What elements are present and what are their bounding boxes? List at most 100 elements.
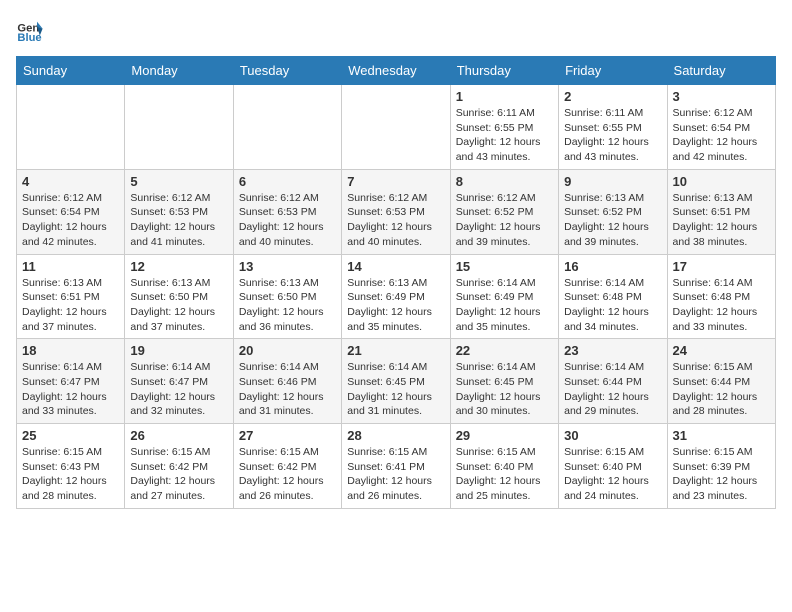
day-number: 24 [673, 343, 770, 358]
calendar-header-row: SundayMondayTuesdayWednesdayThursdayFrid… [17, 57, 776, 85]
day-number: 14 [347, 259, 444, 274]
day-number: 25 [22, 428, 119, 443]
calendar: SundayMondayTuesdayWednesdayThursdayFrid… [16, 56, 776, 509]
calendar-cell: 15 Sunrise: 6:14 AM Sunset: 6:49 PM Dayli… [450, 254, 558, 339]
day-info: Sunrise: 6:14 AM Sunset: 6:49 PM Dayligh… [456, 276, 553, 335]
day-number: 1 [456, 89, 553, 104]
header: Gen Blue [16, 16, 776, 44]
calendar-cell [125, 85, 233, 170]
calendar-cell [233, 85, 341, 170]
logo: Gen Blue [16, 16, 48, 44]
calendar-cell: 8 Sunrise: 6:12 AM Sunset: 6:52 PM Daylig… [450, 169, 558, 254]
day-number: 17 [673, 259, 770, 274]
day-number: 19 [130, 343, 227, 358]
day-number: 22 [456, 343, 553, 358]
day-info: Sunrise: 6:15 AM Sunset: 6:40 PM Dayligh… [456, 445, 553, 504]
calendar-cell: 22 Sunrise: 6:14 AM Sunset: 6:45 PM Dayli… [450, 339, 558, 424]
day-number: 18 [22, 343, 119, 358]
calendar-week-5: 25 Sunrise: 6:15 AM Sunset: 6:43 PM Dayli… [17, 424, 776, 509]
day-number: 15 [456, 259, 553, 274]
day-number: 27 [239, 428, 336, 443]
day-info: Sunrise: 6:12 AM Sunset: 6:53 PM Dayligh… [130, 191, 227, 250]
calendar-cell: 31 Sunrise: 6:15 AM Sunset: 6:39 PM Dayli… [667, 424, 775, 509]
day-info: Sunrise: 6:12 AM Sunset: 6:54 PM Dayligh… [22, 191, 119, 250]
calendar-body: 1 Sunrise: 6:11 AM Sunset: 6:55 PM Daylig… [17, 85, 776, 509]
day-info: Sunrise: 6:14 AM Sunset: 6:48 PM Dayligh… [564, 276, 661, 335]
calendar-cell: 16 Sunrise: 6:14 AM Sunset: 6:48 PM Dayli… [559, 254, 667, 339]
day-number: 8 [456, 174, 553, 189]
calendar-cell: 3 Sunrise: 6:12 AM Sunset: 6:54 PM Daylig… [667, 85, 775, 170]
calendar-cell: 13 Sunrise: 6:13 AM Sunset: 6:50 PM Dayli… [233, 254, 341, 339]
day-info: Sunrise: 6:12 AM Sunset: 6:54 PM Dayligh… [673, 106, 770, 165]
calendar-week-3: 11 Sunrise: 6:13 AM Sunset: 6:51 PM Dayli… [17, 254, 776, 339]
day-number: 31 [673, 428, 770, 443]
day-info: Sunrise: 6:14 AM Sunset: 6:47 PM Dayligh… [22, 360, 119, 419]
calendar-cell: 5 Sunrise: 6:12 AM Sunset: 6:53 PM Daylig… [125, 169, 233, 254]
day-info: Sunrise: 6:13 AM Sunset: 6:49 PM Dayligh… [347, 276, 444, 335]
day-info: Sunrise: 6:13 AM Sunset: 6:50 PM Dayligh… [239, 276, 336, 335]
day-info: Sunrise: 6:12 AM Sunset: 6:52 PM Dayligh… [456, 191, 553, 250]
day-number: 20 [239, 343, 336, 358]
day-number: 5 [130, 174, 227, 189]
calendar-cell: 14 Sunrise: 6:13 AM Sunset: 6:49 PM Dayli… [342, 254, 450, 339]
day-info: Sunrise: 6:14 AM Sunset: 6:47 PM Dayligh… [130, 360, 227, 419]
day-info: Sunrise: 6:13 AM Sunset: 6:51 PM Dayligh… [22, 276, 119, 335]
day-number: 9 [564, 174, 661, 189]
day-number: 2 [564, 89, 661, 104]
day-info: Sunrise: 6:14 AM Sunset: 6:45 PM Dayligh… [456, 360, 553, 419]
day-number: 21 [347, 343, 444, 358]
calendar-cell: 10 Sunrise: 6:13 AM Sunset: 6:51 PM Dayli… [667, 169, 775, 254]
day-number: 16 [564, 259, 661, 274]
calendar-cell: 24 Sunrise: 6:15 AM Sunset: 6:44 PM Dayli… [667, 339, 775, 424]
day-info: Sunrise: 6:13 AM Sunset: 6:50 PM Dayligh… [130, 276, 227, 335]
calendar-cell: 11 Sunrise: 6:13 AM Sunset: 6:51 PM Dayli… [17, 254, 125, 339]
calendar-cell: 9Sunrise: 6:13 AM Sunset: 6:52 PM Daylig… [559, 169, 667, 254]
day-info: Sunrise: 6:15 AM Sunset: 6:41 PM Dayligh… [347, 445, 444, 504]
calendar-cell: 30 Sunrise: 6:15 AM Sunset: 6:40 PM Dayli… [559, 424, 667, 509]
day-info: Sunrise: 6:14 AM Sunset: 6:45 PM Dayligh… [347, 360, 444, 419]
day-header-tuesday: Tuesday [233, 57, 341, 85]
day-number: 7 [347, 174, 444, 189]
day-info: Sunrise: 6:11 AM Sunset: 6:55 PM Dayligh… [564, 106, 661, 165]
calendar-cell: 2 Sunrise: 6:11 AM Sunset: 6:55 PM Daylig… [559, 85, 667, 170]
day-number: 30 [564, 428, 661, 443]
day-header-sunday: Sunday [17, 57, 125, 85]
day-info: Sunrise: 6:13 AM Sunset: 6:51 PM Dayligh… [673, 191, 770, 250]
day-info: Sunrise: 6:15 AM Sunset: 6:43 PM Dayligh… [22, 445, 119, 504]
calendar-cell: 25 Sunrise: 6:15 AM Sunset: 6:43 PM Dayli… [17, 424, 125, 509]
day-info: Sunrise: 6:14 AM Sunset: 6:48 PM Dayligh… [673, 276, 770, 335]
day-info: Sunrise: 6:15 AM Sunset: 6:42 PM Dayligh… [239, 445, 336, 504]
calendar-cell: 17 Sunrise: 6:14 AM Sunset: 6:48 PM Dayli… [667, 254, 775, 339]
day-info: Sunrise: 6:14 AM Sunset: 6:46 PM Dayligh… [239, 360, 336, 419]
day-number: 23 [564, 343, 661, 358]
day-number: 11 [22, 259, 119, 274]
day-number: 3 [673, 89, 770, 104]
calendar-cell: 21 Sunrise: 6:14 AM Sunset: 6:45 PM Dayli… [342, 339, 450, 424]
day-number: 29 [456, 428, 553, 443]
day-number: 4 [22, 174, 119, 189]
calendar-cell [17, 85, 125, 170]
calendar-cell: 26Sunrise: 6:15 AM Sunset: 6:42 PM Dayli… [125, 424, 233, 509]
calendar-week-2: 4 Sunrise: 6:12 AM Sunset: 6:54 PM Daylig… [17, 169, 776, 254]
day-number: 12 [130, 259, 227, 274]
day-info: Sunrise: 6:15 AM Sunset: 6:39 PM Dayligh… [673, 445, 770, 504]
day-info: Sunrise: 6:15 AM Sunset: 6:40 PM Dayligh… [564, 445, 661, 504]
day-number: 10 [673, 174, 770, 189]
day-info: Sunrise: 6:15 AM Sunset: 6:44 PM Dayligh… [673, 360, 770, 419]
day-header-monday: Monday [125, 57, 233, 85]
day-info: Sunrise: 6:14 AM Sunset: 6:44 PM Dayligh… [564, 360, 661, 419]
logo-icon: Gen Blue [16, 16, 44, 44]
day-number: 26 [130, 428, 227, 443]
calendar-cell: 27 Sunrise: 6:15 AM Sunset: 6:42 PM Dayli… [233, 424, 341, 509]
day-number: 28 [347, 428, 444, 443]
calendar-cell: 18 Sunrise: 6:14 AM Sunset: 6:47 PM Dayli… [17, 339, 125, 424]
calendar-week-1: 1 Sunrise: 6:11 AM Sunset: 6:55 PM Daylig… [17, 85, 776, 170]
day-number: 13 [239, 259, 336, 274]
calendar-cell: 29 Sunrise: 6:15 AM Sunset: 6:40 PM Dayli… [450, 424, 558, 509]
day-info: Sunrise: 6:12 AM Sunset: 6:53 PM Dayligh… [239, 191, 336, 250]
day-info: Sunrise: 6:11 AM Sunset: 6:55 PM Dayligh… [456, 106, 553, 165]
calendar-cell: 6Sunrise: 6:12 AM Sunset: 6:53 PM Daylig… [233, 169, 341, 254]
calendar-cell: 4 Sunrise: 6:12 AM Sunset: 6:54 PM Daylig… [17, 169, 125, 254]
day-header-wednesday: Wednesday [342, 57, 450, 85]
calendar-cell [342, 85, 450, 170]
